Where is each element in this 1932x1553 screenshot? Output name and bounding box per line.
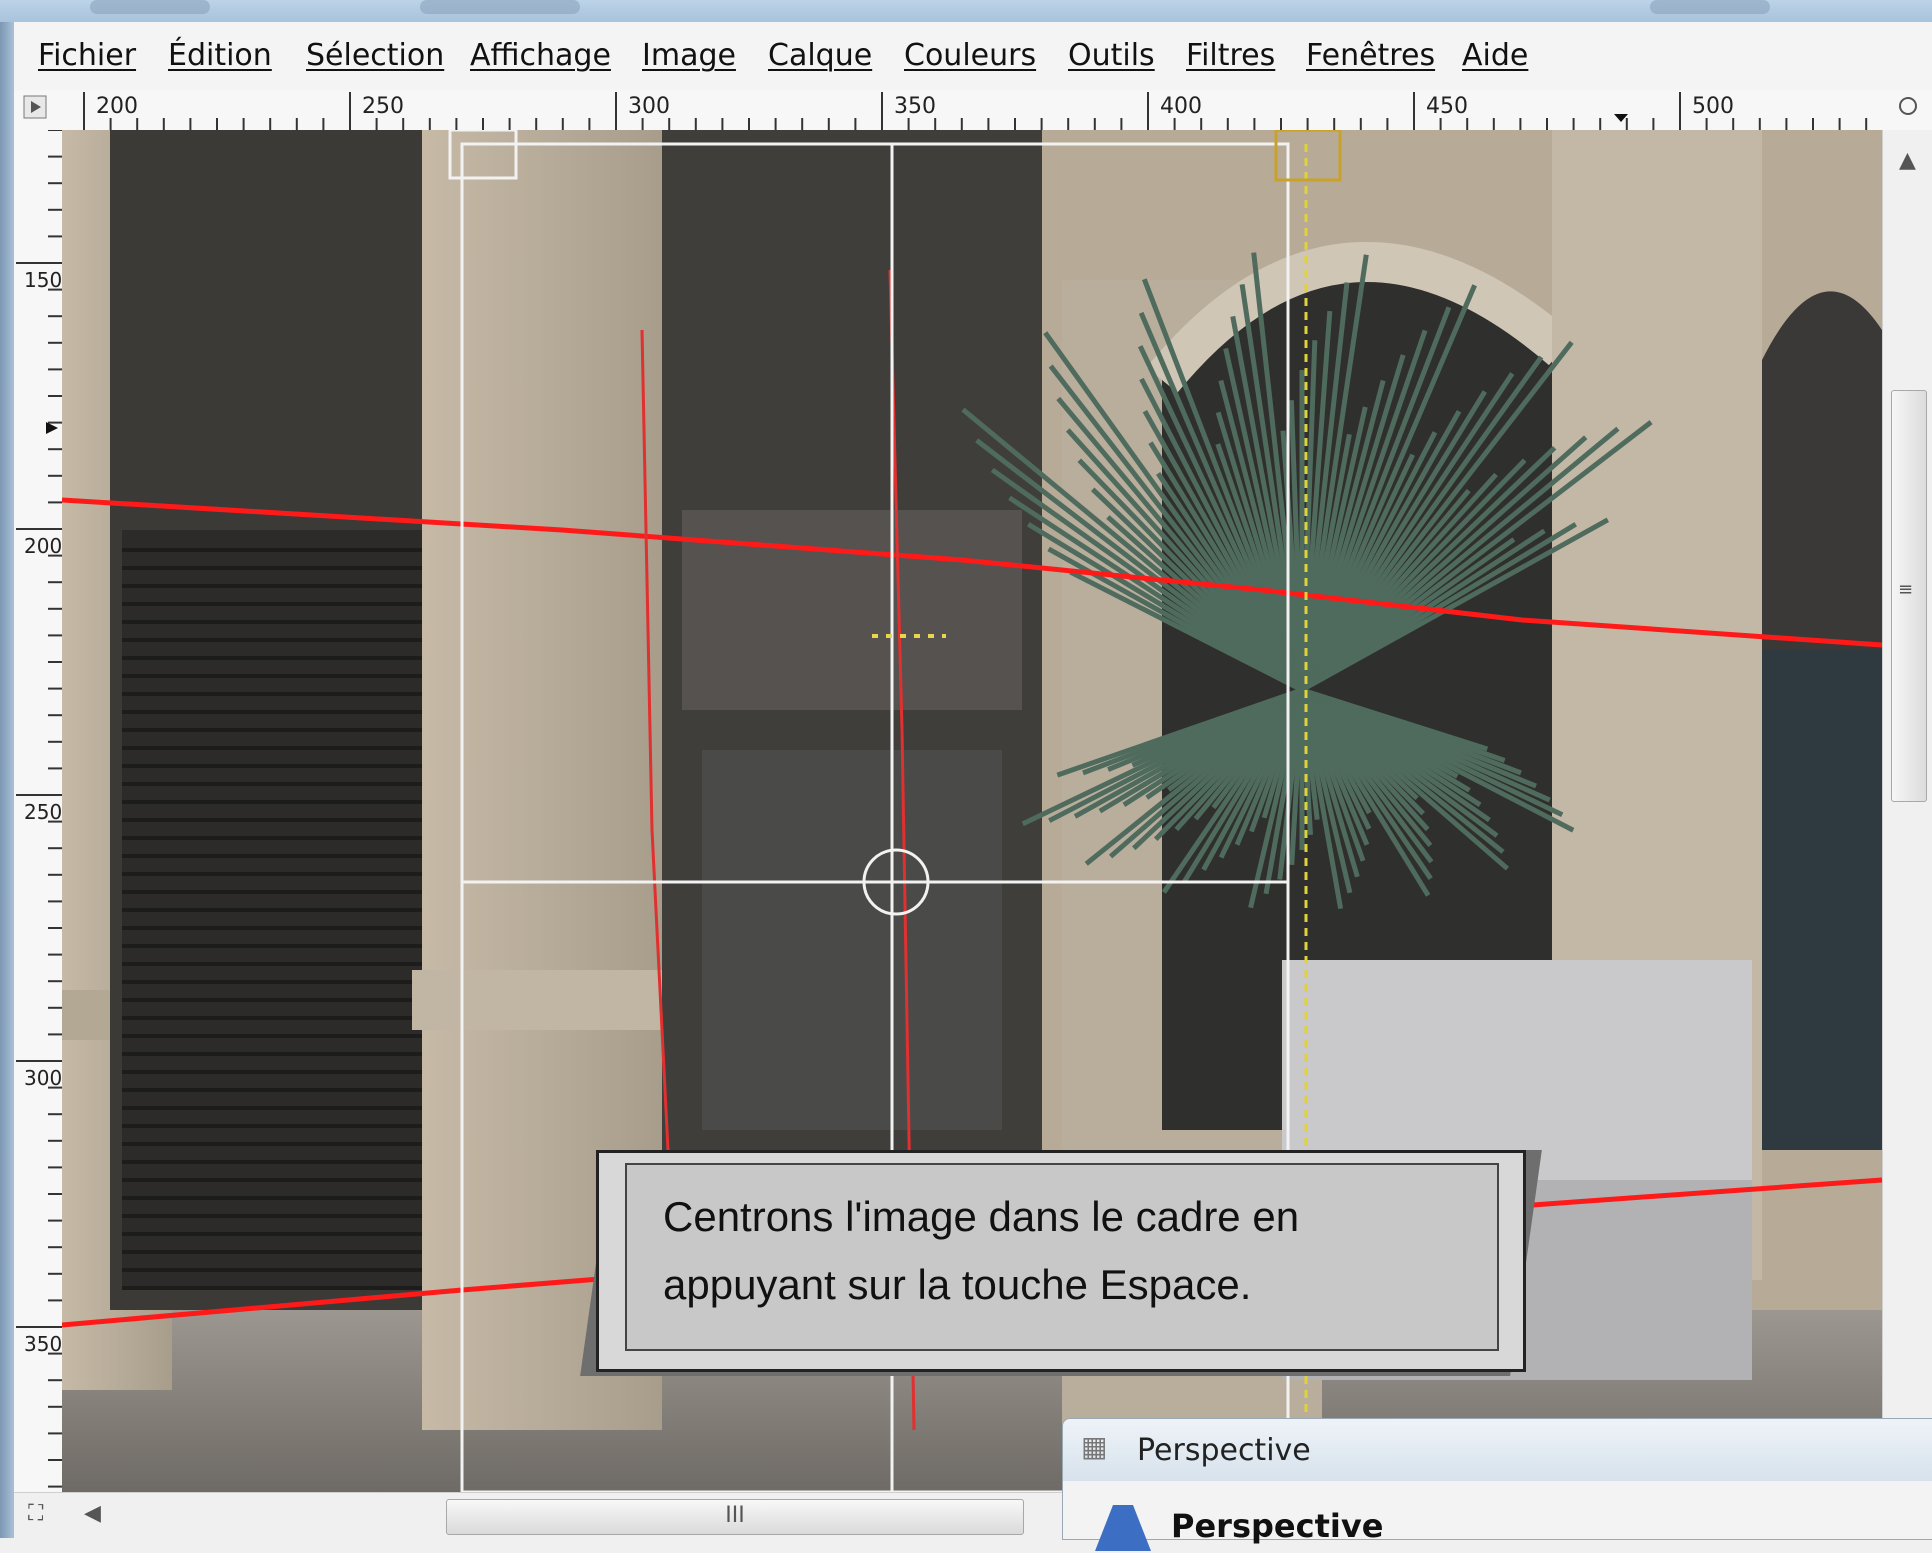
dialog-heading: Perspective <box>1171 1507 1384 1545</box>
scroll-left-arrow-icon[interactable]: ◀ <box>84 1503 101 1525</box>
vertical-ruler[interactable]: 150 200 250 300 350 <box>14 130 63 1492</box>
ruler-label-400: 400 <box>1160 94 1202 119</box>
menu-selection[interactable]: Sélection <box>306 38 444 73</box>
callout-panel: Centrons l'image dans le cadre en appuya… <box>625 1163 1499 1351</box>
menu-filtres[interactable]: Filtres <box>1186 38 1275 73</box>
perspective-tool-icon: ▦ <box>1081 1430 1108 1463</box>
ruler-label-300: 300 <box>24 1066 63 1090</box>
menu-affichage[interactable]: Affichage <box>470 38 611 73</box>
navigate-icon[interactable]: ⛶ <box>28 1503 43 1525</box>
ruler-label-500: 500 <box>1692 94 1734 119</box>
horizontal-ruler[interactable]: 200 250 300 350 400 450 500 <box>14 90 1932 131</box>
menu-aide[interactable]: Aide <box>1462 38 1528 73</box>
menu-fichier[interactable]: Fichier <box>38 38 136 73</box>
ruler-label-150: 150 <box>24 268 63 292</box>
callout-text-line-1: Centrons l'image dans le cadre en <box>663 1193 1300 1240</box>
ruler-label-300: 300 <box>628 94 670 119</box>
zoom-icon <box>1899 97 1917 115</box>
vertical-scroll-thumb[interactable]: ≡ <box>1891 390 1927 802</box>
menu-couleurs[interactable]: Couleurs <box>904 38 1036 73</box>
grip-icon: ≡ <box>1898 579 1914 600</box>
perspective-dialog[interactable]: ▦ Perspective Perspective <box>1062 1418 1932 1551</box>
dialog-titlebar[interactable]: ▦ Perspective <box>1063 1419 1932 1481</box>
menu-bar: Fichier Édition Sélection Affichage Imag… <box>14 22 1932 91</box>
ruler-label-250: 250 <box>362 94 404 119</box>
ruler-label-200: 200 <box>96 94 138 119</box>
vertical-scrollbar[interactable]: ▲ ≡ <box>1882 130 1932 1492</box>
ruler-ticks <box>23 92 1917 130</box>
horizontal-scrollbar[interactable]: ⛶ ◀ III <box>14 1492 1064 1539</box>
title-text-blur <box>90 0 210 14</box>
dialog-window-title: Perspective <box>1137 1433 1311 1468</box>
ruler-label-450: 450 <box>1426 94 1468 119</box>
ruler-label-250: 250 <box>24 800 63 824</box>
menu-image[interactable]: Image <box>642 38 736 73</box>
callout-text-line-2: appuyant sur la touche Espace. <box>663 1261 1252 1308</box>
pointer-marker-icon <box>46 422 58 434</box>
menu-fenetres[interactable]: Fenêtres <box>1306 38 1435 73</box>
scroll-up-arrow-icon[interactable]: ▲ <box>1899 150 1916 172</box>
ruler-label-350: 350 <box>894 94 936 119</box>
horizontal-scroll-thumb[interactable]: III <box>446 1499 1024 1535</box>
perspective-icon <box>1095 1505 1151 1551</box>
title-text-blur <box>420 0 580 14</box>
menu-outils[interactable]: Outils <box>1068 38 1155 73</box>
ruler-label-350: 350 <box>24 1332 63 1356</box>
menu-calque[interactable]: Calque <box>768 38 872 73</box>
title-text-blur <box>1650 0 1770 14</box>
window-titlebar <box>0 0 1932 22</box>
ruler-label-200: 200 <box>24 534 63 558</box>
image-canvas[interactable]: Centrons l'image dans le cadre en appuya… <box>62 130 1882 1492</box>
tutorial-callout: Centrons l'image dans le cadre en appuya… <box>596 1150 1526 1372</box>
menu-edition[interactable]: Édition <box>168 38 272 73</box>
window-left-edge <box>0 22 14 1538</box>
